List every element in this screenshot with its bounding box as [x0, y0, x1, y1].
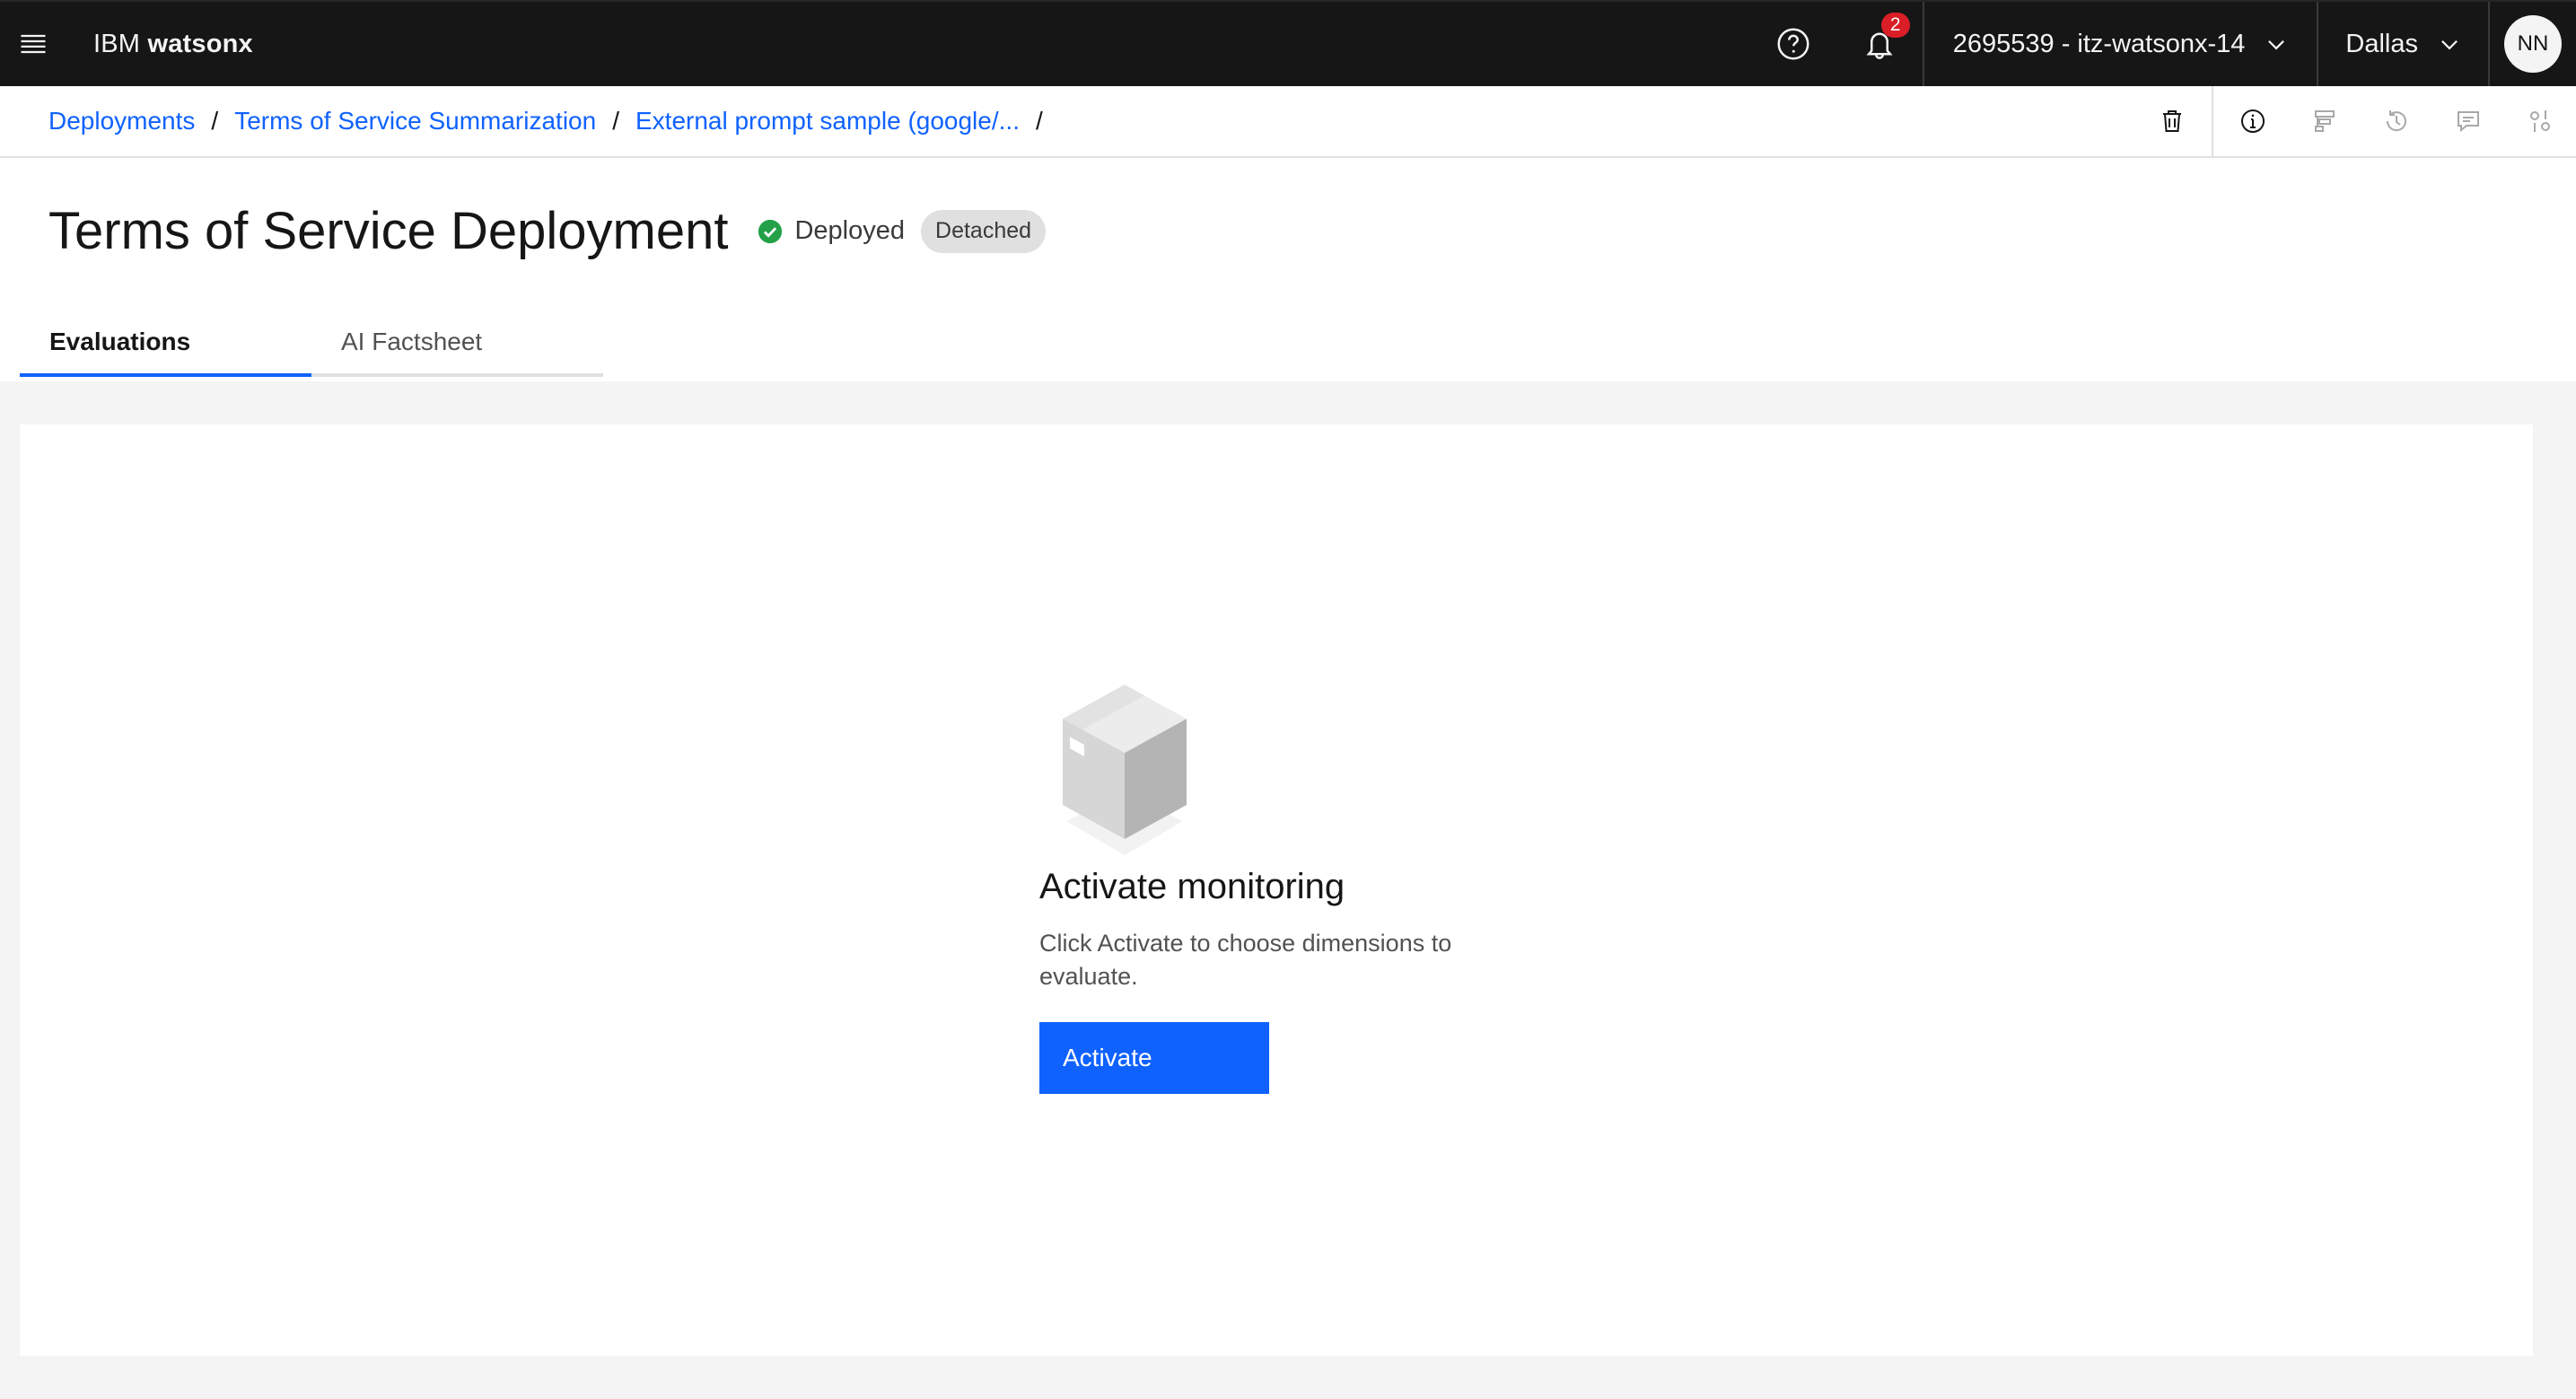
title-row: Terms of Service Deployment Deployed Det…	[48, 201, 1047, 261]
avatar-container: NN	[2490, 2, 2576, 86]
breadcrumb-item-deployments[interactable]: Deployments	[48, 107, 195, 136]
chevron-down-icon	[2441, 39, 2458, 50]
help-icon[interactable]	[1750, 2, 1836, 86]
information-icon[interactable]	[2217, 86, 2289, 156]
activate-button[interactable]: Activate	[1039, 1022, 1269, 1094]
notification-icon[interactable]: 2	[1836, 2, 1923, 86]
app-brand[interactable]: IBM watsonx	[93, 30, 253, 59]
breadcrumb-item-space[interactable]: Terms of Service Summarization	[234, 107, 596, 136]
breadcrumb-bar: Deployments / Terms of Service Summariza…	[0, 86, 2576, 158]
comment-icon[interactable]	[2432, 86, 2504, 156]
page-toolbar	[2136, 86, 2576, 156]
tab-list: Evaluations AI Factsheet	[20, 310, 603, 377]
empty-state-description: Click Activate to choose dimensions to e…	[1039, 930, 1452, 990]
evaluations-panel: Activate monitoring Click Activate to ch…	[20, 424, 2533, 1356]
status-indicator: Deployed	[757, 216, 905, 246]
brand-product: watsonx	[147, 29, 253, 58]
breadcrumb-separator: /	[612, 107, 619, 135]
empty-state: Activate monitoring Click Activate to ch…	[1039, 685, 1542, 1094]
tab-ai-factsheet[interactable]: AI Factsheet	[311, 310, 603, 377]
status-text: Deployed	[794, 216, 906, 245]
chevron-down-icon	[2268, 39, 2285, 50]
settings-adjust-icon[interactable]	[2504, 86, 2576, 156]
region-label: Dallas	[2345, 29, 2418, 58]
checkmark-filled-icon	[758, 219, 783, 243]
tab-evaluations[interactable]: Evaluations	[20, 310, 311, 377]
breadcrumb-separator: /	[211, 107, 219, 135]
region-switcher[interactable]: Dallas	[2318, 2, 2488, 86]
avatar[interactable]: NN	[2504, 15, 2562, 73]
breadcrumb: Deployments / Terms of Service Summariza…	[0, 107, 1059, 136]
toolbar-divider	[2212, 86, 2213, 156]
breadcrumb-item-asset[interactable]: External prompt sample (google/...	[635, 107, 1020, 136]
account-label: 2695539 - itz-watsonx-14	[1952, 29, 2246, 58]
trash-icon[interactable]	[2136, 86, 2208, 156]
menu-icon[interactable]	[0, 2, 66, 86]
page-header: Deployments / Terms of Service Summariza…	[0, 86, 2576, 381]
history-icon[interactable]	[2361, 86, 2432, 156]
page-title: Terms of Service Deployment	[48, 202, 729, 260]
top-header: IBM watsonx 2 2695539 - itz-watsonx-14 D…	[0, 0, 2576, 86]
account-switcher[interactable]: 2695539 - itz-watsonx-14	[1924, 2, 2318, 86]
box-illustration	[1063, 685, 1187, 855]
notification-badge: 2	[1880, 13, 1910, 38]
header-actions: 2 2695539 - itz-watsonx-14 Dallas NN	[1750, 2, 2576, 86]
breadcrumb-separator: /	[1035, 107, 1043, 135]
status-badge: Detached	[921, 209, 1047, 253]
brand-prefix: IBM	[93, 29, 141, 58]
empty-state-title: Activate monitoring	[1039, 867, 1345, 906]
lineage-icon[interactable]	[2289, 86, 2361, 156]
